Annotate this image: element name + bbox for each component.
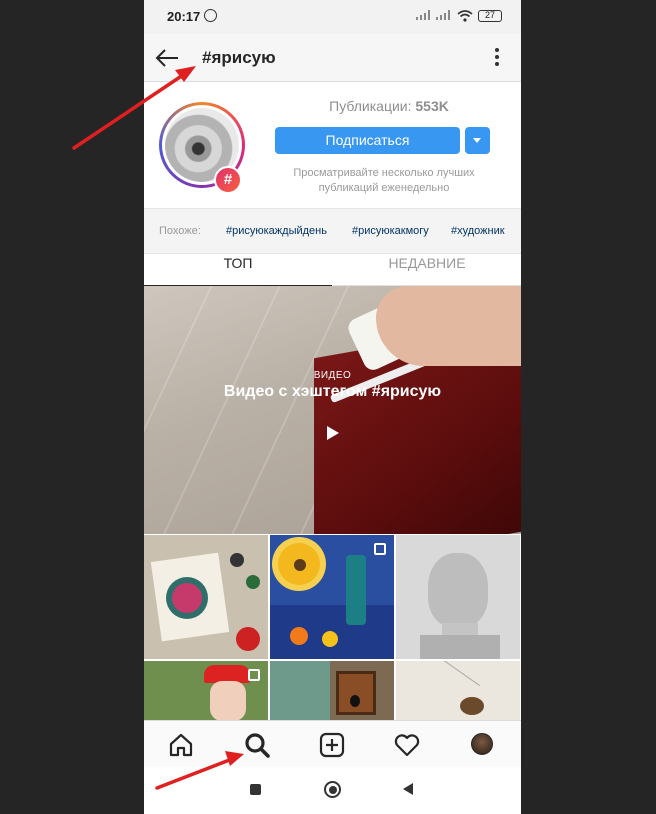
posts-label: Публикации: — [329, 98, 412, 114]
related-tag[interactable]: #художник — [451, 225, 505, 237]
post-thumbnail[interactable] — [270, 661, 394, 720]
follow-dropdown-button[interactable] — [465, 127, 490, 154]
page-title: #ярисую — [202, 48, 276, 67]
video-title: Видео с хэштегом #ярисую — [223, 383, 442, 400]
profile-description: Просматривайте несколько лучших публикац… — [293, 167, 475, 194]
wifi-icon — [457, 10, 473, 22]
status-bar: 20:17 27 — [144, 0, 521, 34]
video-caption: ВИДЕО — [313, 370, 352, 381]
posts-value: 553K — [415, 98, 449, 114]
home-circle-icon[interactable] — [324, 781, 341, 798]
more-options-icon[interactable] — [492, 48, 502, 70]
alarm-icon — [204, 9, 217, 22]
search-icon[interactable] — [243, 731, 271, 759]
system-navigation — [144, 767, 521, 814]
related-tag[interactable]: #рисуюкаждыйдень — [226, 225, 327, 237]
battery-icon: 27 — [478, 10, 502, 22]
back-arrow-icon[interactable] — [154, 46, 180, 70]
home-icon[interactable] — [167, 731, 195, 759]
signal-icon — [416, 10, 432, 20]
multiple-posts-icon — [374, 543, 386, 555]
recents-icon[interactable] — [250, 784, 261, 795]
featured-video[interactable]: ВИДЕО Видео с хэштегом #ярисую — [144, 286, 521, 534]
related-label: Похоже: — [159, 225, 201, 237]
related-hashtags: Похоже: #рисуюкаждыйдень #рисуюкакмогу #… — [144, 208, 521, 254]
posts-grid — [144, 535, 521, 720]
post-thumbnail[interactable] — [396, 661, 520, 720]
hashtag-profile: # Публикации: 553K Подписаться Просматри… — [144, 82, 521, 208]
back-triangle-icon[interactable] — [403, 783, 413, 795]
phone-screen: 20:17 27 #ярисую # Публикации: 553K Подп… — [144, 0, 521, 814]
add-post-icon[interactable] — [318, 731, 346, 759]
tab-top[interactable]: ТОП — [144, 254, 332, 286]
follow-button[interactable]: Подписаться — [275, 127, 460, 154]
post-thumbnail[interactable] — [144, 535, 268, 659]
signal-icon — [436, 10, 452, 20]
profile-avatar[interactable] — [471, 733, 493, 755]
tab-recent[interactable]: НЕДАВНИЕ — [333, 254, 521, 286]
post-thumbnail[interactable] — [144, 661, 268, 720]
heart-icon[interactable] — [393, 731, 421, 759]
bottom-navigation — [144, 720, 521, 767]
hashtag-header: #ярисую — [144, 34, 521, 82]
play-icon[interactable] — [327, 426, 339, 440]
post-thumbnail[interactable] — [270, 535, 394, 659]
related-tag[interactable]: #рисуюкакмогу — [352, 225, 429, 237]
hashtag-badge: # — [214, 166, 242, 194]
status-time: 20:17 — [167, 9, 201, 24]
multiple-posts-icon — [248, 669, 260, 681]
feed-tabs: ТОП НЕДАВНИЕ — [144, 254, 521, 286]
posts-count: Публикации: 553K — [274, 98, 504, 114]
post-thumbnail[interactable] — [396, 535, 520, 659]
